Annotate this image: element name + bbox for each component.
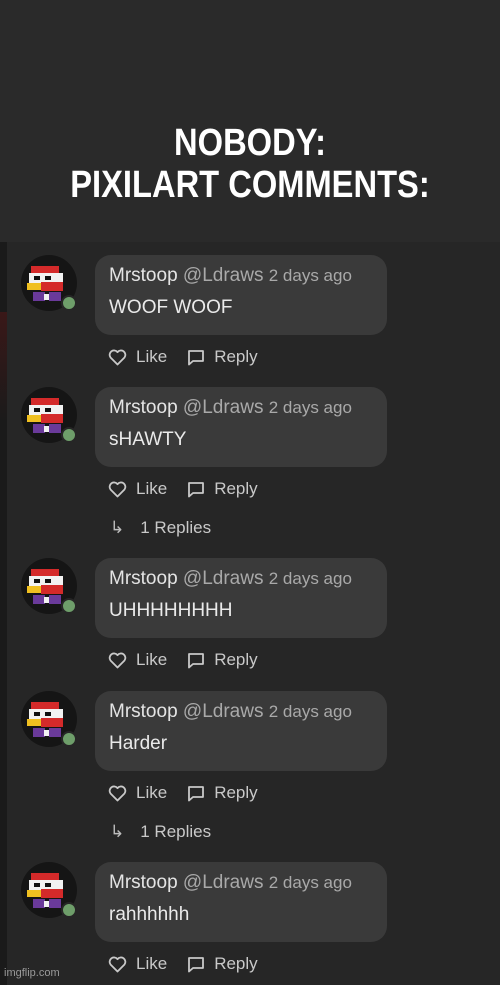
left-edge-strip xyxy=(0,242,7,985)
comment-actions: Like Reply xyxy=(108,953,278,975)
comment-author[interactable]: Mrstoop xyxy=(109,701,178,722)
heart-icon xyxy=(108,956,127,972)
like-label: Like xyxy=(136,954,168,973)
comment-actions: Like Reply xyxy=(108,782,278,804)
comment-timestamp: 2 days ago xyxy=(268,569,352,588)
comment-bubble: Mrstoop @Ldraws 2 days ago rahhhhhh xyxy=(95,862,387,942)
like-button[interactable]: Like xyxy=(108,783,167,803)
comment-author[interactable]: Mrstoop xyxy=(109,397,178,418)
comment-icon xyxy=(188,481,205,497)
comment-text: WOOF WOOF xyxy=(109,297,233,318)
comment-timestamp: 2 days ago xyxy=(268,266,352,285)
reply-label: Reply xyxy=(214,783,258,802)
avatar[interactable] xyxy=(21,387,77,443)
heart-icon xyxy=(108,481,127,497)
comment-bubble: Mrstoop @Ldraws 2 days ago WOOF WOOF xyxy=(95,255,387,335)
like-button[interactable]: Like xyxy=(108,479,167,499)
replies-count: 1 Replies xyxy=(140,822,212,841)
comment-mention[interactable]: @Ldraws xyxy=(183,872,264,893)
comment-actions: Like Reply xyxy=(108,478,278,500)
comment-author[interactable]: Mrstoop xyxy=(109,568,178,589)
replies-count: 1 Replies xyxy=(140,518,212,537)
comment-mention[interactable]: @Ldraws xyxy=(183,701,264,722)
reply-button[interactable]: Reply xyxy=(187,347,258,367)
heart-icon xyxy=(108,785,127,801)
comment-bubble: Mrstoop @Ldraws 2 days ago UHHHHHHHH xyxy=(95,558,387,638)
comment-timestamp: 2 days ago xyxy=(268,398,352,417)
comment-icon xyxy=(188,349,205,365)
comment-timestamp: 2 days ago xyxy=(268,702,352,721)
reply-button[interactable]: Reply xyxy=(187,954,258,974)
comment-timestamp: 2 days ago xyxy=(268,873,352,892)
reply-arrow-icon: ↳ xyxy=(110,822,125,841)
comment-mention[interactable]: @Ldraws xyxy=(183,568,264,589)
comment-author[interactable]: Mrstoop xyxy=(109,872,178,893)
caption-line-1: NOBODY: xyxy=(174,122,326,164)
comment-mention[interactable]: @Ldraws xyxy=(183,397,264,418)
comment-actions: Like Reply xyxy=(108,649,278,671)
like-label: Like xyxy=(136,347,168,366)
meme-caption: NOBODY: PIXILART COMMENTS: xyxy=(35,122,465,206)
reply-label: Reply xyxy=(214,347,258,366)
heart-icon xyxy=(108,349,127,365)
like-label: Like xyxy=(136,783,168,802)
comment-author[interactable]: Mrstoop xyxy=(109,265,178,286)
like-button[interactable]: Like xyxy=(108,650,167,670)
comment-text: UHHHHHHHH xyxy=(109,600,233,621)
heart-icon xyxy=(108,652,127,668)
reply-label: Reply xyxy=(214,479,258,498)
avatar[interactable] xyxy=(21,558,77,614)
reply-arrow-icon: ↳ xyxy=(110,518,125,537)
comment-icon xyxy=(188,652,205,668)
reply-label: Reply xyxy=(214,650,258,669)
view-replies-link[interactable]: ↳ 1 Replies xyxy=(110,517,211,539)
comment-actions: Like Reply xyxy=(108,346,278,368)
caption-line-2: PIXILART COMMENTS: xyxy=(70,164,430,206)
comment-icon xyxy=(188,785,205,801)
like-button[interactable]: Like xyxy=(108,954,167,974)
comment-bubble: Mrstoop @Ldraws 2 days ago Harder xyxy=(95,691,387,771)
comment-bubble: Mrstoop @Ldraws 2 days ago sHAWTY xyxy=(95,387,387,467)
avatar[interactable] xyxy=(21,255,77,311)
avatar[interactable] xyxy=(21,691,77,747)
like-label: Like xyxy=(136,479,168,498)
reply-label: Reply xyxy=(214,954,258,973)
comment-mention[interactable]: @Ldraws xyxy=(183,265,264,286)
comment-text: Harder xyxy=(109,733,168,754)
reply-button[interactable]: Reply xyxy=(187,783,258,803)
like-label: Like xyxy=(136,650,168,669)
like-button[interactable]: Like xyxy=(108,347,167,367)
reply-button[interactable]: Reply xyxy=(187,650,258,670)
comment-text: rahhhhhh xyxy=(109,904,190,925)
watermark: imgflip.com xyxy=(4,967,60,979)
comment-icon xyxy=(188,956,205,972)
comment-text: sHAWTY xyxy=(109,429,187,450)
reply-button[interactable]: Reply xyxy=(187,479,258,499)
avatar[interactable] xyxy=(21,862,77,918)
view-replies-link[interactable]: ↳ 1 Replies xyxy=(110,821,211,843)
